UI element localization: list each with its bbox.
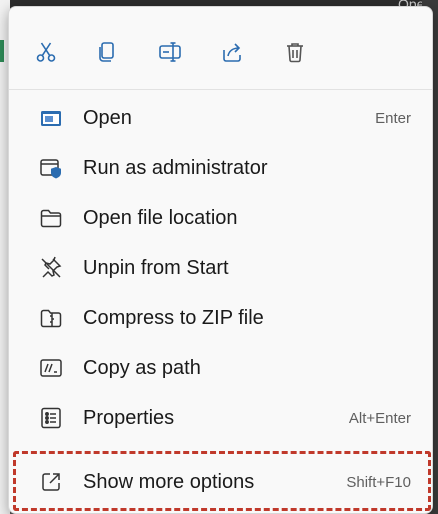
context-menu-toolbar (9, 7, 432, 89)
menu-item-run-as-administrator[interactable]: Run as administrator (17, 145, 427, 189)
menu-item-label: Compress to ZIP file (83, 307, 264, 329)
app-window-icon (39, 106, 63, 130)
scissors-icon (36, 42, 56, 62)
menu-item-label: Properties (83, 407, 175, 429)
folder-icon (39, 206, 63, 230)
menu-item-label: Open (83, 107, 132, 129)
toolbar-separator (9, 89, 432, 90)
trash-icon (287, 43, 303, 63)
menu-item-label: Run as administrator (83, 157, 268, 179)
zip-folder-icon (39, 306, 63, 330)
copy-button[interactable] (92, 37, 122, 67)
menu-item-label: Open file location (83, 207, 238, 229)
unpin-icon (39, 256, 63, 280)
rename-button[interactable] (155, 37, 185, 67)
shield-window-icon (39, 156, 63, 180)
menu-item-label: Copy as path (83, 357, 201, 379)
rename-icon (159, 42, 181, 62)
highlight-annotation (13, 451, 431, 511)
background-accent (0, 40, 4, 62)
menu-item-shortcut: Enter (375, 110, 411, 127)
delete-button[interactable] (280, 37, 310, 67)
copy-icon (99, 42, 114, 62)
menu-item-shortcut: Alt+Enter (348, 410, 411, 427)
context-menu: Open Enter Run as administrator Open fil… (8, 6, 433, 514)
menu-item-compress-to-zip[interactable]: Compress to ZIP file (17, 295, 427, 339)
share-icon (223, 43, 241, 62)
menu-item-copy-as-path[interactable]: Copy as path (17, 345, 427, 389)
properties-icon (39, 406, 63, 430)
menu-item-open-file-location[interactable]: Open file location (17, 195, 427, 239)
menu-item-unpin-from-start[interactable]: Unpin from Start (17, 245, 427, 289)
menu-item-open[interactable]: Open Enter (17, 95, 427, 139)
menu-item-label: Unpin from Start (83, 257, 229, 279)
share-button[interactable] (217, 37, 247, 67)
path-icon (39, 356, 63, 380)
menu-item-properties[interactable]: Properties Alt+Enter (17, 395, 427, 439)
cut-button[interactable] (31, 37, 61, 67)
